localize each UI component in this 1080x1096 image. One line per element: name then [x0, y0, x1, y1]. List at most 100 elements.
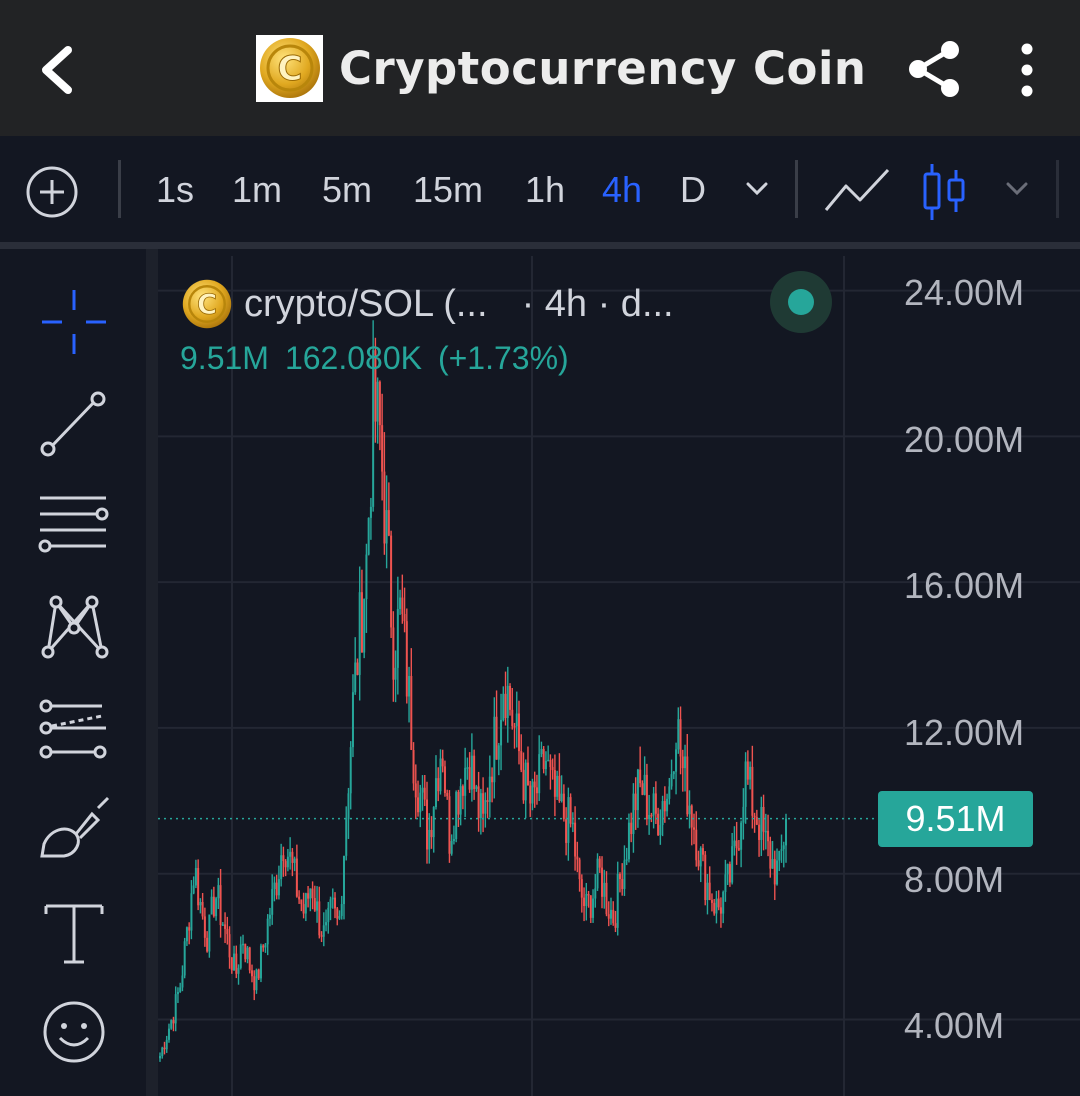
chart-type-dropdown-button[interactable]: [1000, 172, 1034, 211]
emoji-tool-button[interactable]: [36, 994, 112, 1070]
interval-15m[interactable]: 15m: [413, 170, 483, 210]
candle-body: [311, 888, 314, 899]
candle-body: [769, 841, 772, 869]
share-icon: [909, 41, 959, 97]
candle-body: [210, 896, 213, 915]
candle-body: [477, 786, 480, 819]
candle-body: [589, 895, 592, 918]
candle-body: [201, 901, 204, 917]
candle-body: [313, 898, 316, 911]
candle-body: [233, 953, 236, 971]
candle-body: [318, 901, 321, 936]
candle-body: [551, 767, 554, 771]
candle-body: [538, 754, 541, 794]
pattern-tool-button[interactable]: [36, 590, 112, 666]
legend-symbol[interactable]: crypto/SOL (...: [244, 283, 488, 326]
more-options-button[interactable]: [1010, 40, 1044, 100]
candle-body: [212, 896, 215, 917]
candle-body: [466, 767, 469, 769]
trend-line-tool-button[interactable]: [36, 386, 112, 462]
interval-5m[interactable]: 5m: [322, 170, 372, 210]
candle-body: [771, 859, 774, 869]
intervals-dropdown-button[interactable]: [740, 172, 774, 211]
share-button[interactable]: [904, 38, 966, 100]
candle-body: [515, 713, 518, 727]
interval-1h[interactable]: 1h: [525, 170, 565, 210]
candle-body: [767, 830, 770, 842]
candle-body: [636, 769, 639, 811]
brush-icon: [40, 796, 110, 858]
candle-body: [174, 994, 177, 1024]
candle-body: [309, 888, 312, 899]
candle-body: [782, 845, 785, 850]
line-chart-type-button[interactable]: [822, 164, 892, 225]
candle-body: [334, 897, 337, 909]
candle-body: [535, 787, 538, 794]
candle-body: [724, 874, 727, 893]
toolbar-divider: [795, 160, 798, 218]
page-title-group: C Cryptocurrency Coin: [256, 34, 866, 102]
candle-body: [601, 867, 604, 897]
candle-body: [176, 991, 179, 995]
legend-last-price: 9.51M: [180, 340, 269, 376]
candle-body: [473, 755, 476, 790]
candle-body: [320, 935, 323, 937]
candle-body: [549, 759, 552, 768]
candle-body: [381, 425, 384, 472]
chevron-left-icon: [42, 46, 72, 94]
candle-body: [300, 899, 303, 905]
candle-body: [295, 858, 298, 897]
line-chart-icon: [824, 168, 890, 211]
interval-1s[interactable]: 1s: [156, 170, 194, 210]
candle-body: [666, 798, 669, 812]
candle-body: [706, 882, 709, 901]
add-symbol-button[interactable]: [24, 164, 80, 220]
candle-body: [239, 944, 242, 968]
projection-icon: [39, 699, 107, 759]
back-button[interactable]: [28, 36, 88, 104]
candle-body: [529, 785, 532, 804]
candle-body: [722, 892, 725, 914]
candle-body: [452, 839, 455, 842]
horizontal-lines-tool-button[interactable]: [36, 488, 112, 564]
candle-body: [298, 896, 301, 900]
candles-chart-type-button[interactable]: [920, 160, 968, 229]
candle-body: [403, 613, 406, 622]
candle-body: [428, 829, 431, 850]
candle-body: [553, 770, 556, 797]
brush-tool-button[interactable]: [36, 794, 112, 870]
candle-body: [412, 749, 415, 784]
interval-d[interactable]: D: [680, 170, 706, 210]
candle-body: [717, 898, 720, 908]
crosshair-tool-button[interactable]: [36, 284, 112, 360]
candle-body: [199, 901, 202, 906]
candle-body: [497, 745, 500, 760]
candle-body: [594, 888, 597, 899]
interval-1m[interactable]: 1m: [232, 170, 282, 210]
projection-tool-button[interactable]: [36, 692, 112, 768]
candle-body: [179, 987, 182, 992]
candle-body: [482, 793, 485, 814]
candle-body: [648, 814, 651, 820]
candle-body: [773, 859, 776, 885]
candle-body: [740, 822, 743, 850]
text-tool-button[interactable]: [36, 896, 112, 972]
chart-pane[interactable]: C crypto/SOL (... · 4h · d... 9.51M 162.0…: [158, 256, 1080, 1096]
market-status-indicator[interactable]: [770, 271, 832, 333]
candle-body: [161, 1047, 164, 1057]
svg-text:C: C: [277, 49, 302, 89]
candle-body: [668, 786, 671, 799]
candlestick-chart[interactable]: [158, 256, 1080, 1096]
candle-body: [257, 969, 260, 979]
candle-body: [203, 916, 206, 938]
candle-body: [513, 726, 516, 728]
candle-body: [253, 976, 256, 991]
candle-body: [414, 783, 417, 798]
interval-4h[interactable]: 4h: [602, 170, 642, 210]
candle-body: [742, 806, 745, 823]
candle-body: [268, 914, 271, 919]
candle-body: [244, 943, 247, 960]
candle-body: [383, 471, 386, 544]
candle-body: [248, 947, 251, 971]
candle-body: [493, 716, 496, 783]
